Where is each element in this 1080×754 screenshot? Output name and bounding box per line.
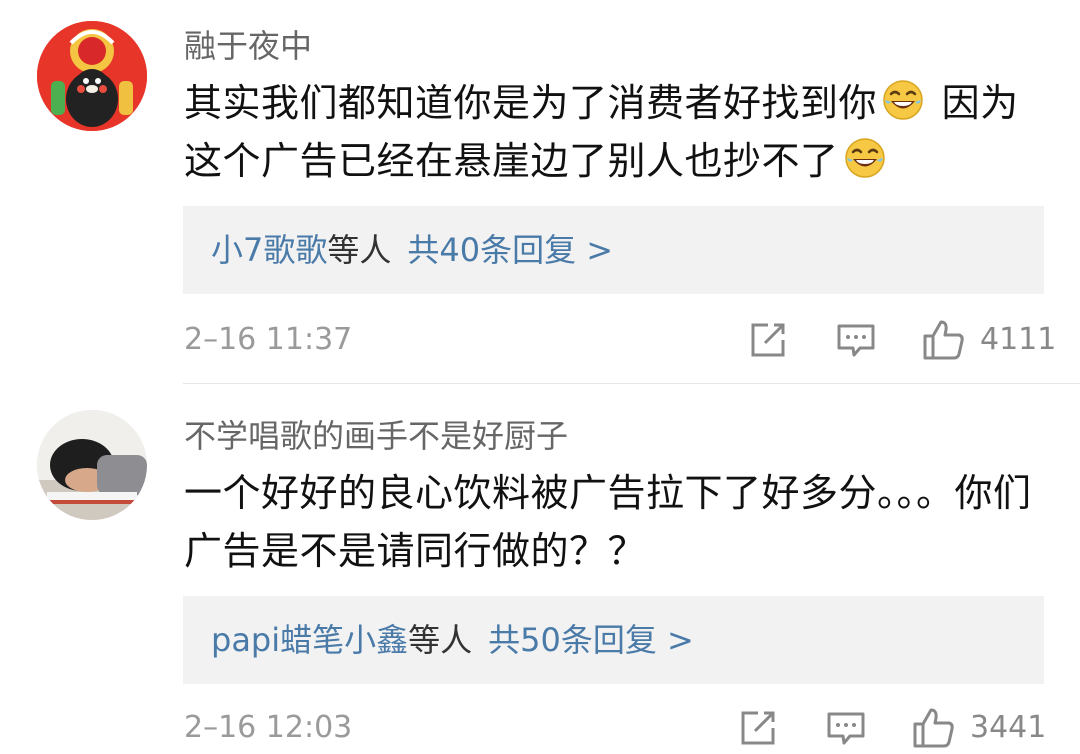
thumbs-up-icon — [913, 708, 954, 748]
like-button[interactable] — [912, 706, 956, 750]
avatar[interactable] — [37, 410, 147, 520]
share-button[interactable] — [738, 708, 778, 748]
thumbs-up-icon — [923, 320, 964, 360]
comment-text-part: 其实我们都知道你是为了消费者好找到你 — [184, 81, 878, 125]
comment-button[interactable] — [836, 320, 876, 360]
share-icon — [741, 711, 775, 745]
share-button[interactable] — [748, 320, 788, 360]
comment-button[interactable] — [826, 708, 866, 748]
username[interactable]: 不学唱歌的画手不是好厨子 — [184, 416, 568, 456]
reply-users-suffix: 等人 — [408, 621, 473, 659]
like-button[interactable] — [922, 318, 966, 362]
share-icon — [751, 323, 785, 357]
comment-icon — [837, 324, 875, 357]
comment-item: 不学唱歌的画手不是好厨子 一个好好的良心饮料被广告拉下了好多分。。。你们广告是不… — [0, 384, 1080, 752]
reply-users-link[interactable]: 小7歌歌 — [211, 231, 327, 269]
comment-icon — [827, 712, 865, 745]
reply-users-suffix: 等人 — [327, 231, 392, 269]
reply-summary[interactable]: papi蜡笔小鑫等人 共50条回复 > — [183, 596, 1044, 684]
sleeping-child-avatar-icon — [37, 410, 147, 520]
username[interactable]: 融于夜中 — [184, 26, 312, 66]
comment-item: 融于夜中 其实我们都知道你是为了消费者好找到你 因为这个广告已经在悬崖边了别人也… — [0, 0, 1080, 384]
reply-summary[interactable]: 小7歌歌等人 共40条回复 > — [183, 206, 1044, 294]
kumamon-lion-dance-avatar-icon — [37, 21, 147, 131]
laughing-tears-emoji-icon — [844, 138, 885, 178]
timestamp: 2–16 12:03 — [184, 710, 353, 745]
reply-count-link[interactable]: 共50条回复 > — [488, 621, 694, 659]
comment-text: 一个好好的良心饮料被广告拉下了好多分。。。你们广告是不是请同行做的？？ — [184, 471, 1032, 573]
comment-text: 其实我们都知道你是为了消费者好找到你 因为这个广告已经在悬崖边了别人也抄不了 — [184, 74, 1054, 190]
like-count: 4111 — [980, 322, 1057, 357]
timestamp: 2–16 11:37 — [184, 322, 353, 357]
reply-count-link[interactable]: 共40条回复 > — [407, 231, 613, 269]
avatar[interactable] — [37, 21, 147, 131]
reply-users-link[interactable]: papi蜡笔小鑫 — [211, 621, 408, 659]
laughing-tears-emoji-icon — [883, 80, 923, 120]
like-count: 3441 — [970, 710, 1047, 745]
